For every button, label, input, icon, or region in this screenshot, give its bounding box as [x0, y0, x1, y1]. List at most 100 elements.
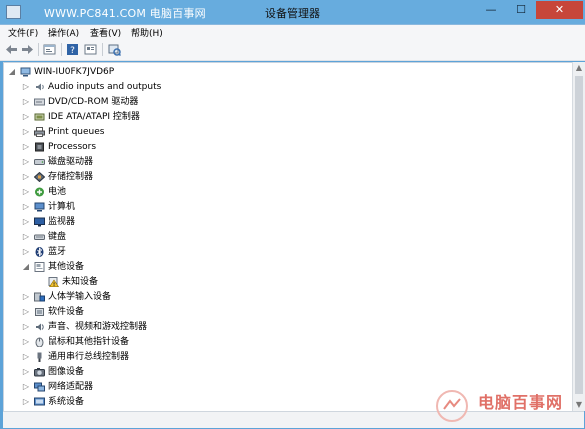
- collapse-arrow-icon[interactable]: ◢: [22, 260, 30, 274]
- tree-item[interactable]: ▷ 键盘: [4, 230, 564, 244]
- help-icon[interactable]: ?: [66, 43, 79, 56]
- view-icon[interactable]: [84, 43, 97, 56]
- tree-item[interactable]: ▷ 声音、视频和游戏控制器: [4, 320, 564, 334]
- expand-arrow-icon[interactable]: ▷: [22, 320, 30, 334]
- tree-item-label: 存储控制器: [48, 172, 94, 182]
- tree-item-label: DVD/CD-ROM 驱动器: [48, 97, 139, 107]
- svg-text:?: ?: [70, 46, 75, 56]
- menu-file[interactable]: 文件(F): [8, 26, 38, 39]
- tree-item-label: 计算机: [48, 202, 76, 212]
- tree-item-label: 蓝牙: [48, 247, 67, 257]
- expand-arrow-icon[interactable]: ▷: [22, 200, 30, 214]
- expand-arrow-icon[interactable]: ▷: [22, 170, 30, 184]
- tree-item[interactable]: ▷ 软件设备: [4, 305, 564, 319]
- tree-root-computer[interactable]: ◢ WIN-IU0FK7JVD6P: [4, 65, 564, 79]
- tree-item-label: WIN-IU0FK7JVD6P: [34, 67, 115, 77]
- tree-item[interactable]: ▷ DVD/CD-ROM 驱动器: [4, 95, 564, 109]
- tree-item[interactable]: 未知设备: [4, 275, 564, 289]
- scroll-up-arrow-icon[interactable]: ▲: [573, 62, 585, 74]
- expand-arrow-icon[interactable]: ▷: [22, 215, 30, 229]
- processor-icon: [35, 142, 44, 152]
- tree-item-label: 通用串行总线控制器: [48, 352, 130, 362]
- tree-item[interactable]: ▷ 计算机: [4, 200, 564, 214]
- toolbar-separator: [102, 43, 103, 56]
- tree-item-label: 声音、视频和游戏控制器: [48, 322, 148, 332]
- bluetooth-icon: [35, 247, 44, 257]
- ide-controller-icon: [34, 113, 45, 121]
- scroll-thumb[interactable]: [575, 76, 583, 394]
- tree-item[interactable]: ▷ 鼠标和其他指针设备: [4, 335, 564, 349]
- tree-item[interactable]: ▷ 存储控制器: [4, 170, 564, 184]
- tree-item-label: 软件设备: [48, 307, 85, 317]
- system-device-icon: [34, 397, 45, 406]
- expand-arrow-icon[interactable]: ▷: [22, 140, 30, 154]
- tree-item[interactable]: ▷ 人体学输入设备: [4, 290, 564, 304]
- expand-arrow-icon[interactable]: ▷: [22, 185, 30, 199]
- title-bar[interactable]: WWW.PC841.COM 电脑百事网 设备管理器 — ☐ ✕: [0, 0, 585, 24]
- tree-item[interactable]: ▷ 电池: [4, 185, 564, 199]
- tree-item[interactable]: ◢ 其他设备: [4, 260, 564, 274]
- toolbar-separator: [38, 43, 39, 56]
- tree-item-label: 键盘: [48, 232, 67, 242]
- expand-arrow-icon[interactable]: ▷: [22, 230, 30, 244]
- expand-arrow-icon[interactable]: ▷: [22, 110, 30, 124]
- tree-item-label: 人体学输入设备: [48, 292, 112, 302]
- expand-arrow-icon[interactable]: ▷: [22, 80, 30, 94]
- tree-item[interactable]: ▷ IDE ATA/ATAPI 控制器: [4, 110, 564, 124]
- tree-item[interactable]: ▷ Audio inputs and outputs: [4, 80, 564, 94]
- keyboard-icon: [34, 234, 45, 240]
- menu-action[interactable]: 操作(A): [48, 26, 79, 39]
- toolbar-separator: [61, 43, 62, 56]
- expand-arrow-icon[interactable]: ▷: [22, 290, 30, 304]
- tree-item-label: 磁盘驱动器: [48, 157, 94, 167]
- properties-icon[interactable]: [43, 43, 56, 56]
- minimize-button[interactable]: —: [476, 1, 506, 19]
- storage-controller-icon: [34, 172, 45, 182]
- tree-item[interactable]: ▷ 监视器: [4, 215, 564, 229]
- tree-item[interactable]: ▷ Print queues: [4, 125, 564, 139]
- tree-item-label: Audio inputs and outputs: [48, 82, 162, 92]
- tree-item-label: 电池: [48, 187, 67, 197]
- usb-icon: [37, 352, 42, 362]
- tree-item-label: Processors: [48, 142, 97, 152]
- watermark-text: 电脑百事网: [478, 393, 564, 412]
- expand-arrow-icon[interactable]: ▷: [22, 155, 30, 169]
- tree-item[interactable]: ▷ 通用串行总线控制器: [4, 350, 564, 364]
- back-icon[interactable]: [5, 43, 18, 56]
- forward-icon[interactable]: [21, 43, 34, 56]
- tree-item-label: 网络适配器: [48, 382, 94, 392]
- expand-arrow-icon[interactable]: ▷: [22, 125, 30, 139]
- tree-item[interactable]: ▷ 蓝牙: [4, 245, 564, 259]
- menu-help[interactable]: 帮助(H): [131, 26, 163, 39]
- vertical-scrollbar[interactable]: ▲ ▼: [572, 62, 585, 411]
- expand-arrow-icon[interactable]: ▷: [22, 380, 30, 394]
- toolbar: ?: [0, 40, 585, 61]
- tree-item-label: IDE ATA/ATAPI 控制器: [48, 112, 140, 122]
- network-adapter-icon: [34, 382, 45, 392]
- expand-arrow-icon[interactable]: ▷: [22, 350, 30, 364]
- tree-item[interactable]: ▷ 磁盘驱动器: [4, 155, 564, 169]
- close-button[interactable]: ✕: [536, 1, 583, 19]
- tree-item-label: Print queues: [48, 127, 105, 137]
- device-tree: ◢ WIN-IU0FK7JVD6P ▷ Audio inputs and output…: [3, 62, 574, 412]
- expand-arrow-icon[interactable]: ▷: [22, 245, 30, 259]
- expand-arrow-icon[interactable]: ▷: [22, 305, 30, 319]
- menu-bar: 文件(F) 操作(A) 查看(V) 帮助(H): [0, 24, 585, 40]
- disk-drive-icon: [34, 159, 45, 165]
- tree-item[interactable]: ▷ Processors: [4, 140, 564, 154]
- tree-item[interactable]: ▷ 图像设备: [4, 365, 564, 379]
- expand-arrow-icon[interactable]: ▷: [22, 95, 30, 109]
- maximize-button[interactable]: ☐: [506, 1, 536, 19]
- expand-arrow-icon[interactable]: ▷: [22, 335, 30, 349]
- other-devices-icon: [34, 262, 45, 272]
- expand-arrow-icon[interactable]: ▷: [22, 365, 30, 379]
- tree-item-label: 其他设备: [48, 262, 85, 272]
- menu-view[interactable]: 查看(V): [90, 26, 121, 39]
- speaker-icon: [36, 83, 44, 91]
- tree-item-label: 未知设备: [62, 277, 99, 287]
- sound-video-icon: [36, 323, 44, 331]
- printer-icon: [34, 127, 45, 137]
- expand-arrow-icon[interactable]: ▷: [22, 395, 30, 409]
- collapse-arrow-icon[interactable]: ◢: [8, 65, 16, 79]
- scan-hardware-icon[interactable]: [108, 43, 121, 56]
